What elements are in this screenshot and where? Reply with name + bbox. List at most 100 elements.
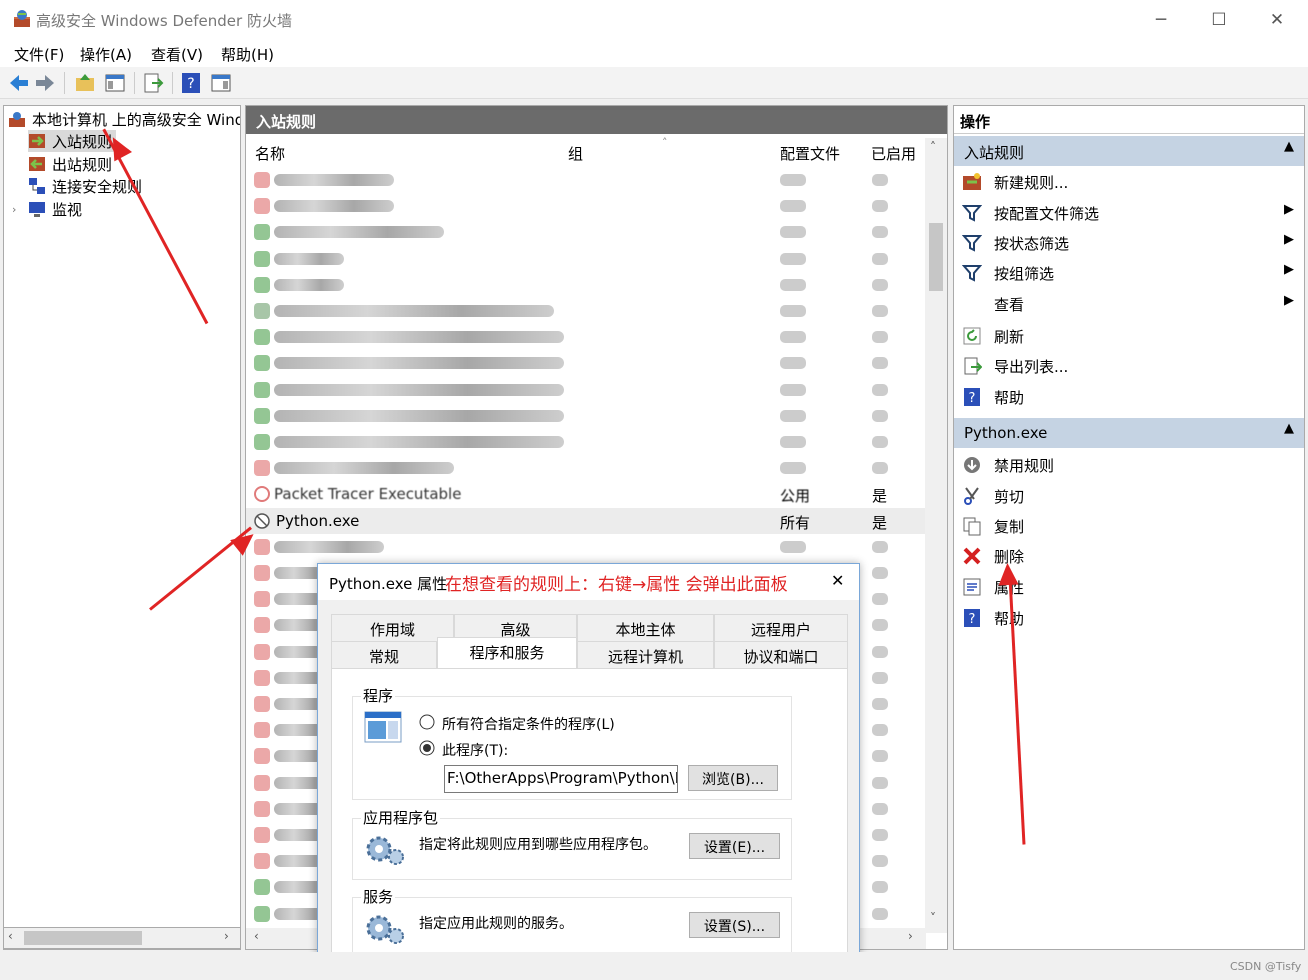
action-copy[interactable]: 复制 bbox=[954, 510, 1304, 540]
tree-item-connection-security[interactable]: 连接安全规则 bbox=[28, 175, 142, 197]
close-button[interactable]: ✕ bbox=[1248, 0, 1306, 40]
table-row[interactable]: Packet Tracer Executable 公用 是 bbox=[246, 481, 926, 507]
show-hide-tree-icon[interactable] bbox=[104, 72, 126, 94]
tree-item-monitor[interactable]: › 监视 bbox=[12, 198, 82, 220]
vertical-scrollbar[interactable]: ˄ ˅ bbox=[925, 138, 947, 933]
scroll-right-icon[interactable]: › bbox=[224, 929, 229, 943]
actions-section-python[interactable]: Python.exe ▲ bbox=[954, 418, 1304, 448]
browse-button[interactable]: 浏览(B)... bbox=[688, 765, 778, 791]
action-label: 刷新 bbox=[994, 328, 1025, 346]
enabled-blurred bbox=[872, 305, 888, 317]
action-cut[interactable]: 剪切 bbox=[954, 480, 1304, 510]
menu-view[interactable]: 查看(V) bbox=[151, 44, 203, 65]
rule-name-blurred bbox=[274, 226, 444, 239]
action-filter-profile[interactable]: 按配置文件筛选 ▶ bbox=[954, 197, 1304, 227]
delete-x-icon bbox=[963, 547, 981, 565]
table-row[interactable] bbox=[246, 298, 926, 324]
export-list-icon[interactable] bbox=[142, 72, 164, 94]
menu-file[interactable]: 文件(F) bbox=[14, 44, 64, 65]
rule-status-icon bbox=[254, 224, 270, 241]
action-label: 剪切 bbox=[994, 488, 1025, 506]
rule-status-icon bbox=[254, 486, 270, 503]
back-arrow-icon[interactable] bbox=[8, 72, 30, 94]
scroll-left-icon[interactable]: ‹ bbox=[8, 929, 13, 943]
scroll-left-icon[interactable]: ‹ bbox=[254, 929, 259, 943]
radio-this-program[interactable] bbox=[419, 740, 435, 756]
scroll-up-icon[interactable]: ˄ bbox=[930, 140, 936, 154]
action-view[interactable]: 查看 ▶ bbox=[954, 288, 1304, 318]
help-icon[interactable]: ? bbox=[180, 72, 202, 94]
radio-all-programs[interactable] bbox=[419, 714, 435, 730]
forward-arrow-icon[interactable] bbox=[34, 72, 56, 94]
actions-header: 操作 bbox=[954, 106, 1304, 134]
program-path-input[interactable]: F:\OtherApps\Program\Python\Py bbox=[444, 765, 678, 793]
scroll-thumb[interactable] bbox=[24, 931, 142, 945]
table-row[interactable] bbox=[246, 429, 926, 455]
table-row[interactable] bbox=[246, 246, 926, 272]
action-disable-rule[interactable]: 禁用规则 bbox=[954, 449, 1304, 479]
table-row[interactable] bbox=[246, 272, 926, 298]
action-label: 禁用规则 bbox=[994, 457, 1055, 475]
table-row[interactable] bbox=[246, 193, 926, 219]
menu-bar: 文件(F) 操作(A) 查看(V) 帮助(H) bbox=[0, 40, 1308, 67]
table-row[interactable] bbox=[246, 377, 926, 403]
tree-root[interactable]: 本地计算机 上的高级安全 Windows Defender 防火墙 bbox=[8, 108, 240, 130]
up-folder-icon[interactable] bbox=[74, 72, 96, 94]
action-help-2[interactable]: ? 帮助 bbox=[954, 602, 1304, 632]
menu-action[interactable]: 操作(A) bbox=[80, 44, 132, 65]
action-filter-group[interactable]: 按组筛选 ▶ bbox=[954, 257, 1304, 287]
table-row[interactable] bbox=[246, 455, 926, 481]
tab-scope[interactable]: 作用域 bbox=[331, 614, 454, 642]
show-action-pane-icon[interactable] bbox=[210, 72, 232, 94]
submenu-arrow-icon: ▶ bbox=[1284, 293, 1294, 308]
action-filter-state[interactable]: 按状态筛选 ▶ bbox=[954, 227, 1304, 257]
service-settings-button[interactable]: 设置(S)... bbox=[689, 912, 780, 938]
rule-name-blurred bbox=[274, 540, 384, 553]
rule-status-icon bbox=[254, 800, 270, 817]
menu-help[interactable]: 帮助(H) bbox=[221, 44, 274, 65]
profile-blurred bbox=[780, 357, 806, 370]
tab-programs-services[interactable]: 程序和服务 bbox=[437, 637, 577, 669]
action-help[interactable]: ? 帮助 bbox=[954, 381, 1304, 411]
table-row[interactable] bbox=[246, 534, 926, 560]
tab-protocols-ports[interactable]: 协议和端口 bbox=[714, 641, 848, 669]
column-profile[interactable]: 配置文件 bbox=[780, 143, 840, 164]
minimize-button[interactable]: ─ bbox=[1132, 0, 1190, 40]
tab-local-principals[interactable]: 本地主体 bbox=[577, 614, 714, 642]
dialog-close-button[interactable]: ✕ bbox=[831, 571, 844, 590]
package-settings-button[interactable]: 设置(E)... bbox=[689, 833, 780, 859]
action-refresh[interactable]: 刷新 bbox=[954, 320, 1304, 350]
expand-chevron-icon[interactable]: › bbox=[12, 203, 28, 216]
tree-item-inbound[interactable]: 入站规则 bbox=[28, 130, 117, 152]
actions-pane: 操作 入站规则 ▲ 新建规则... 按配置文件筛选 ▶ 按状态筛选 ▶ 按组筛选… bbox=[953, 105, 1305, 950]
tree-horizontal-scrollbar[interactable]: ‹ › bbox=[3, 927, 241, 949]
window-title: 高级安全 Windows Defender 防火墙 bbox=[36, 12, 292, 30]
gears-icon bbox=[366, 836, 404, 865]
tab-remote-users[interactable]: 远程用户 bbox=[714, 614, 848, 642]
column-group[interactable]: 组 bbox=[568, 143, 583, 164]
tree-item-outbound[interactable]: 出站规则 bbox=[28, 153, 112, 175]
scroll-thumb[interactable] bbox=[929, 223, 943, 291]
actions-section-inbound[interactable]: 入站规则 ▲ bbox=[954, 136, 1304, 166]
table-row[interactable] bbox=[246, 219, 926, 245]
maximize-button[interactable]: ☐ bbox=[1190, 0, 1248, 40]
rule-status-icon bbox=[254, 643, 270, 660]
column-enabled[interactable]: 已启用 bbox=[871, 143, 916, 164]
scroll-right-icon[interactable]: › bbox=[908, 929, 913, 943]
table-row[interactable] bbox=[246, 350, 926, 376]
scroll-down-icon[interactable]: ˅ bbox=[930, 911, 936, 925]
table-row[interactable] bbox=[246, 403, 926, 429]
table-row[interactable] bbox=[246, 167, 926, 193]
table-row-python[interactable]: Python.exe 所有 是 bbox=[246, 507, 926, 534]
action-export-list[interactable]: 导出列表... bbox=[954, 350, 1304, 380]
tab-remote-computers[interactable]: 远程计算机 bbox=[577, 641, 714, 669]
tab-general[interactable]: 常规 bbox=[331, 641, 437, 669]
action-new-rule[interactable]: 新建规则... bbox=[954, 166, 1304, 196]
collapse-icon[interactable]: ▲ bbox=[1284, 139, 1294, 154]
table-row[interactable] bbox=[246, 324, 926, 350]
column-name[interactable]: 名称 bbox=[255, 143, 285, 164]
enabled-blurred bbox=[872, 200, 888, 213]
rule-name-blurred bbox=[274, 409, 564, 422]
collapse-icon[interactable]: ▲ bbox=[1284, 421, 1294, 436]
action-label: 帮助 bbox=[994, 389, 1025, 407]
